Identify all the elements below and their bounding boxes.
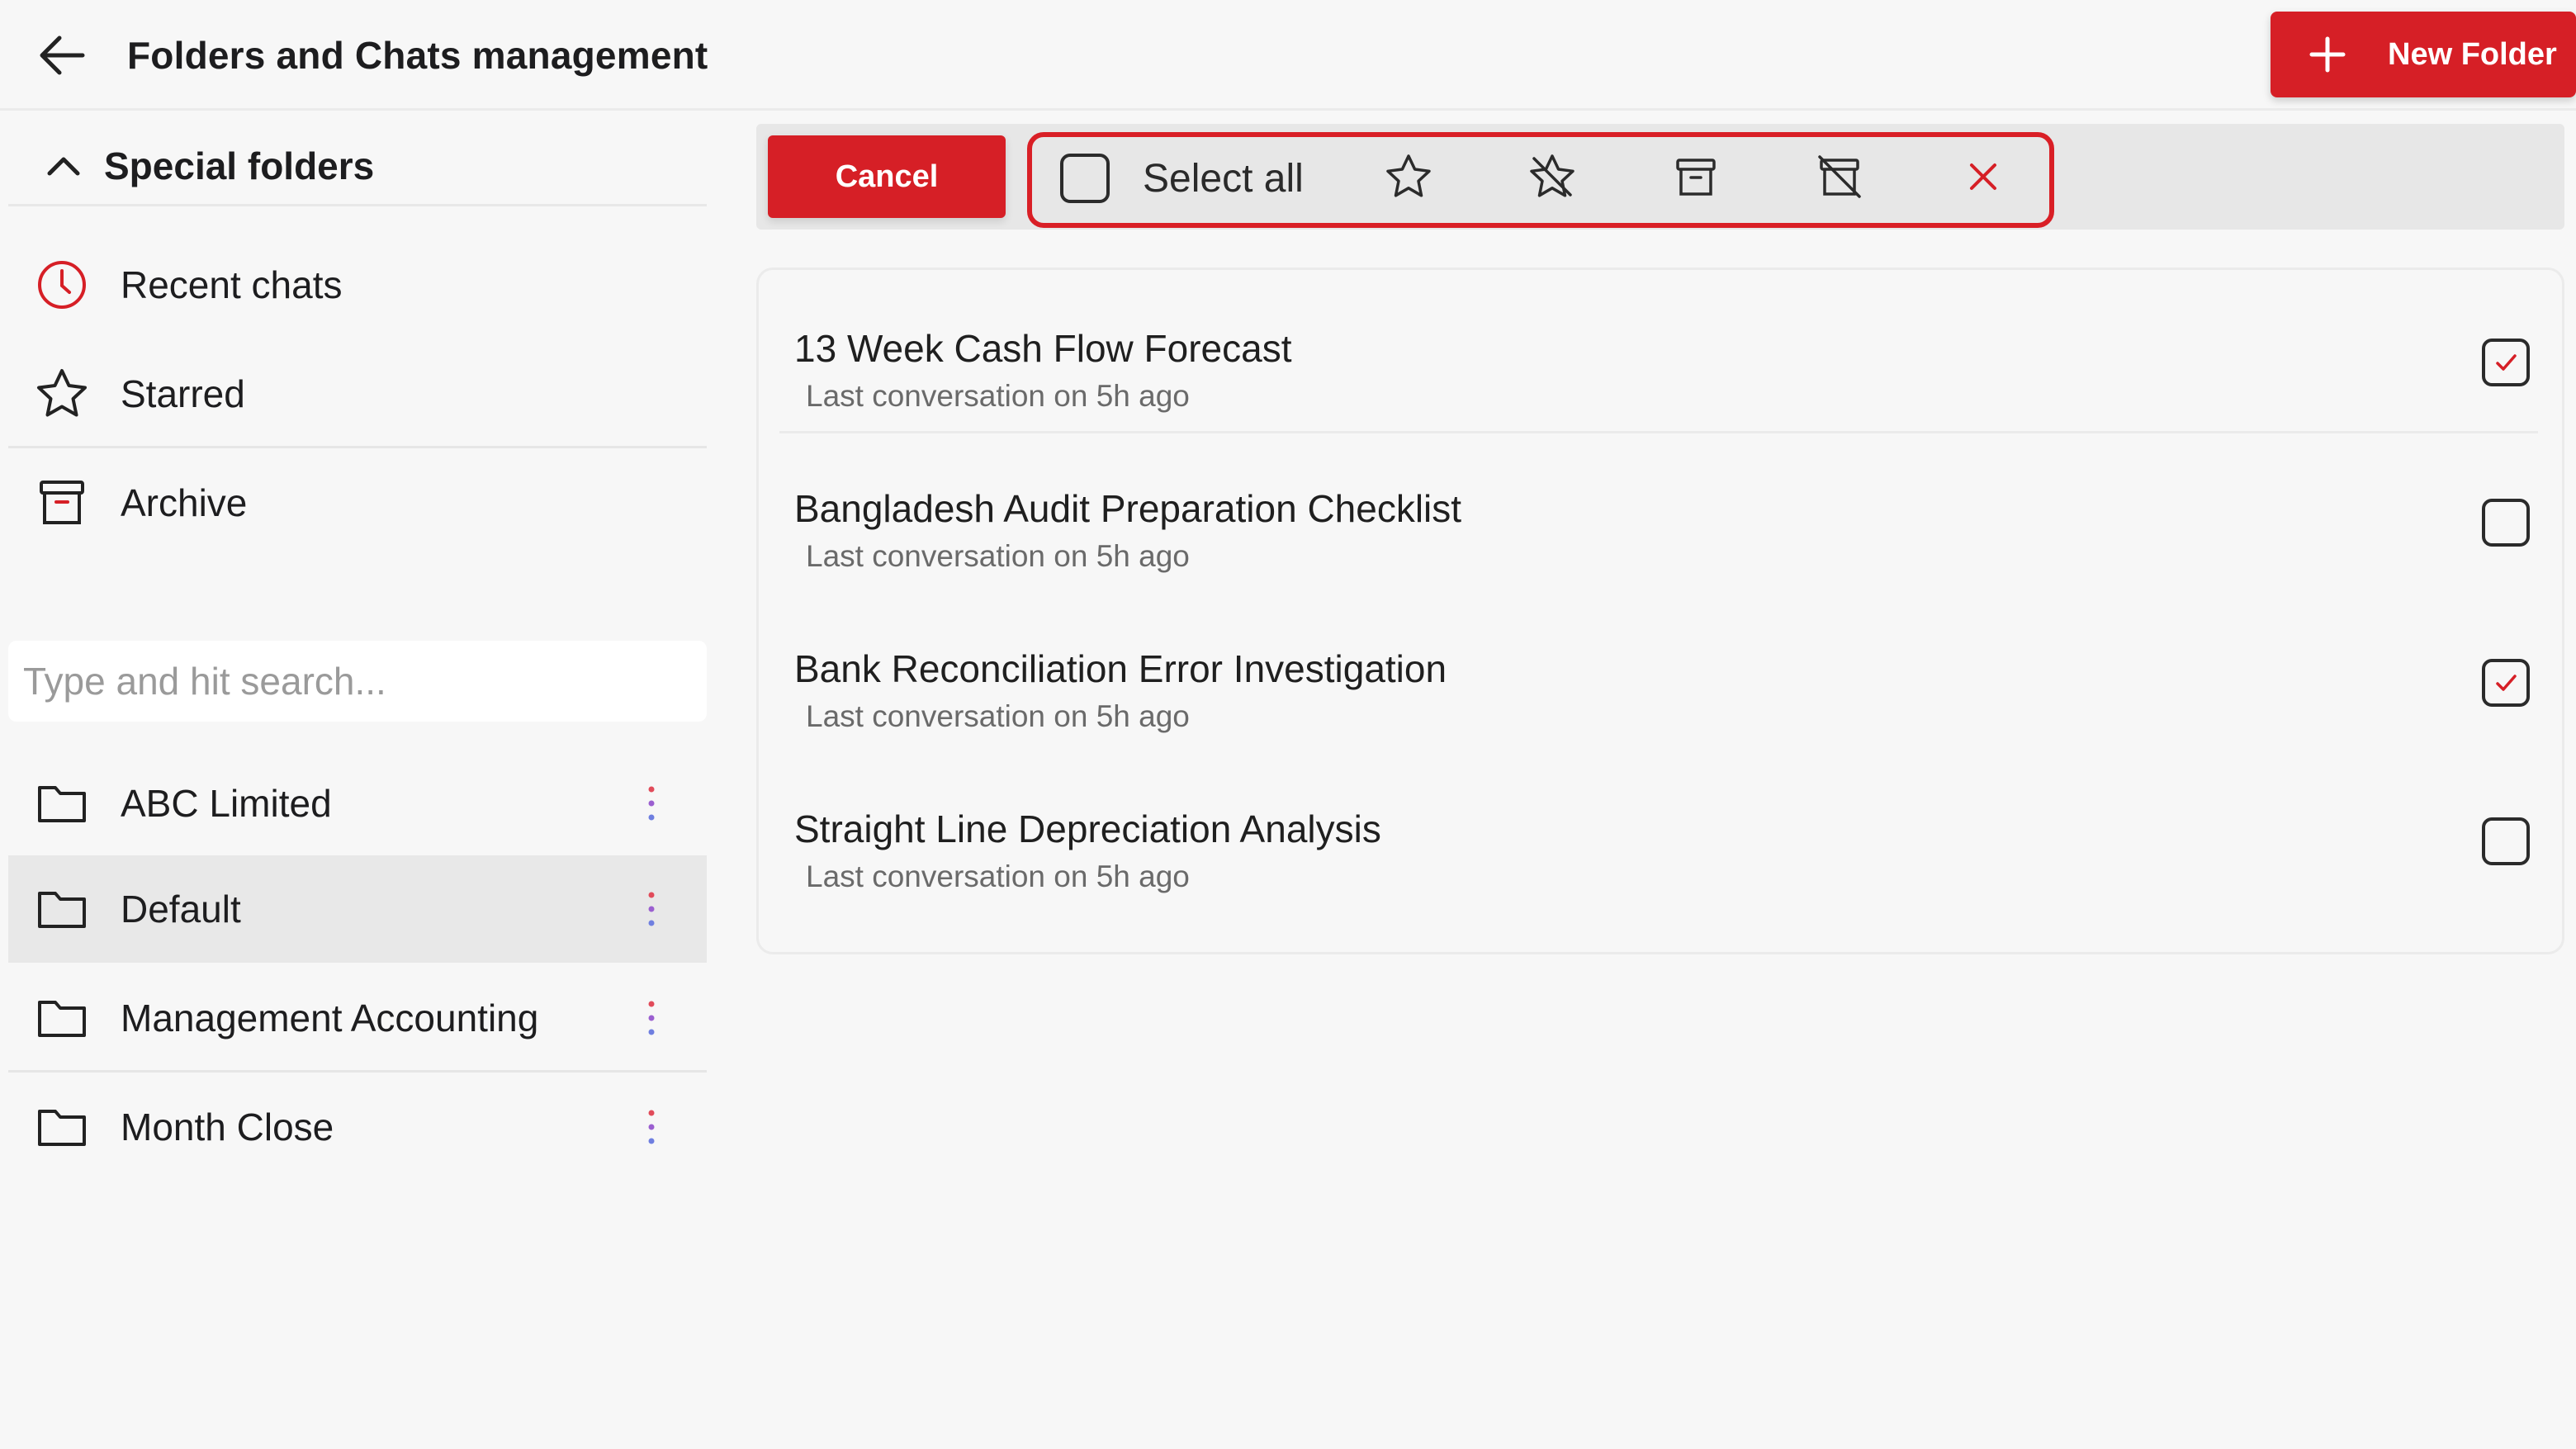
folder-label: Month Close [121, 1106, 334, 1148]
folder-icon [38, 1110, 86, 1146]
unarchive-icon[interactable] [1815, 152, 1864, 201]
sidebar-divider [8, 1070, 707, 1073]
new-folder-label: New Folder [2388, 36, 2557, 72]
chat-title: Straight Line Depreciation Analysis [794, 807, 1381, 850]
chat-row[interactable]: Straight Line Depreciation Analysis Last… [779, 773, 2538, 933]
sidebar-item-recent-chats[interactable]: Recent chats [8, 231, 707, 339]
kebab-menu-icon[interactable] [632, 999, 670, 1037]
checkmark-icon [2496, 354, 2517, 371]
sidebar-divider [8, 446, 707, 448]
new-folder-button[interactable]: New Folder [2271, 12, 2576, 97]
chat-title: Bangladesh Audit Preparation Checklist [794, 487, 1462, 530]
unstar-icon[interactable] [1527, 152, 1577, 201]
folder-icon [38, 892, 86, 928]
chat-row[interactable]: Bank Reconciliation Error Investigation … [779, 613, 2538, 773]
chat-row[interactable]: Bangladesh Audit Preparation Checklist L… [779, 452, 2538, 613]
folder-item-abc-limited[interactable]: ABC Limited [8, 750, 707, 857]
back-button[interactable] [33, 28, 91, 83]
folder-item-month-close[interactable]: Month Close [8, 1073, 707, 1181]
page-title: Folders and Chats management [127, 34, 708, 77]
chat-checkbox[interactable] [2482, 659, 2530, 707]
chat-checkbox[interactable] [2482, 817, 2530, 865]
folder-label: Management Accounting [121, 997, 539, 1039]
chat-row[interactable]: 13 Week Cash Flow Forecast Last conversa… [779, 292, 2538, 452]
chat-subtitle: Last conversation on 5h ago [806, 379, 1190, 413]
select-all-control[interactable]: Select all [1060, 152, 1304, 205]
chat-title: Bank Reconciliation Error Investigation [794, 647, 1447, 690]
chat-subtitle: Last conversation on 5h ago [806, 699, 1190, 733]
row-divider [779, 431, 2538, 433]
chat-subtitle: Last conversation on 5h ago [806, 859, 1190, 893]
special-folders-title: Special folders [104, 144, 375, 187]
special-folders-toggle[interactable]: Special folders [8, 127, 707, 206]
folder-item-management-accounting[interactable]: Management Accounting [8, 964, 707, 1072]
archive-icon[interactable] [1671, 152, 1721, 201]
folder-icon [38, 1001, 86, 1037]
select-all-checkbox[interactable] [1060, 154, 1110, 203]
archive-icon [40, 481, 84, 524]
sidebar-item-label: Archive [121, 481, 248, 524]
folder-item-default[interactable]: Default [8, 855, 707, 963]
arrow-left-icon [40, 36, 85, 75]
chat-checkbox[interactable] [2482, 499, 2530, 547]
star-icon [37, 369, 87, 417]
chevron-up-icon [47, 157, 80, 175]
kebab-menu-icon[interactable] [632, 784, 670, 822]
folder-label: Default [121, 888, 241, 930]
chat-checkbox[interactable] [2482, 339, 2530, 386]
chat-subtitle: Last conversation on 5h ago [806, 539, 1190, 573]
folder-search-input[interactable] [8, 641, 707, 722]
chat-title: 13 Week Cash Flow Forecast [794, 327, 1292, 370]
folder-icon [38, 786, 86, 822]
clock-icon [38, 261, 86, 309]
checkmark-icon [2496, 675, 2517, 691]
cancel-button[interactable]: Cancel [768, 135, 1006, 218]
star-icon[interactable] [1384, 152, 1433, 201]
sidebar-item-archive[interactable]: Archive [8, 449, 707, 556]
select-all-label: Select all [1143, 156, 1304, 201]
kebab-menu-icon[interactable] [632, 1108, 670, 1146]
folder-label: ABC Limited [121, 782, 332, 825]
plus-icon [2309, 36, 2346, 73]
sidebar-item-label: Starred [121, 372, 245, 415]
kebab-menu-icon[interactable] [632, 890, 670, 928]
close-icon[interactable] [1958, 152, 2008, 201]
sidebar-item-label: Recent chats [121, 263, 343, 306]
sidebar-item-starred[interactable]: Starred [8, 340, 707, 447]
